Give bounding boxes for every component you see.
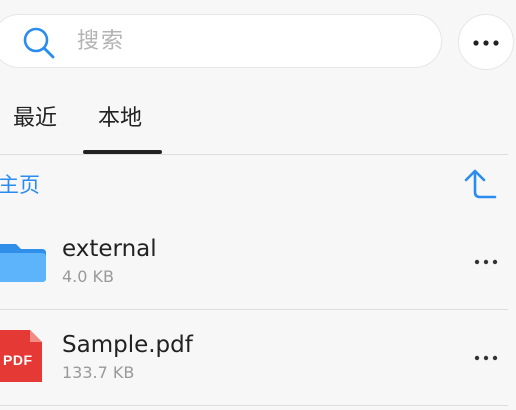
- tab-recent[interactable]: 最近: [13, 105, 57, 133]
- pdf-file-icon: PDF: [0, 330, 42, 382]
- more-horizontal-icon[interactable]: [473, 354, 499, 362]
- tabs-divider: [0, 154, 508, 155]
- more-horizontal-icon[interactable]: [473, 258, 499, 266]
- search-icon: [23, 27, 55, 59]
- search-input-placeholder[interactable]: 搜索: [77, 29, 125, 55]
- arrow-up-icon[interactable]: [460, 166, 498, 202]
- file-size: 4.0 KB: [62, 267, 114, 286]
- file-manager: 搜索 最近 本地 主页 external 4.0 KB PDF Sample.p…: [0, 0, 516, 410]
- list-item[interactable]: external 4.0 KB: [0, 214, 508, 310]
- tab-local[interactable]: 本地: [98, 105, 142, 133]
- more-horizontal-icon: [473, 40, 499, 46]
- breadcrumb-home[interactable]: 主页: [0, 172, 40, 198]
- file-name: Sample.pdf: [62, 332, 193, 358]
- list-divider: [0, 405, 508, 406]
- file-name: external: [62, 236, 157, 262]
- pdf-badge-text: PDF: [3, 352, 33, 368]
- file-size: 133.7 KB: [62, 363, 135, 382]
- list-item[interactable]: PDF Sample.pdf 133.7 KB: [0, 310, 508, 406]
- more-options-button[interactable]: [458, 14, 514, 70]
- folder-icon: [0, 244, 46, 282]
- search-bar[interactable]: 搜索: [0, 14, 442, 68]
